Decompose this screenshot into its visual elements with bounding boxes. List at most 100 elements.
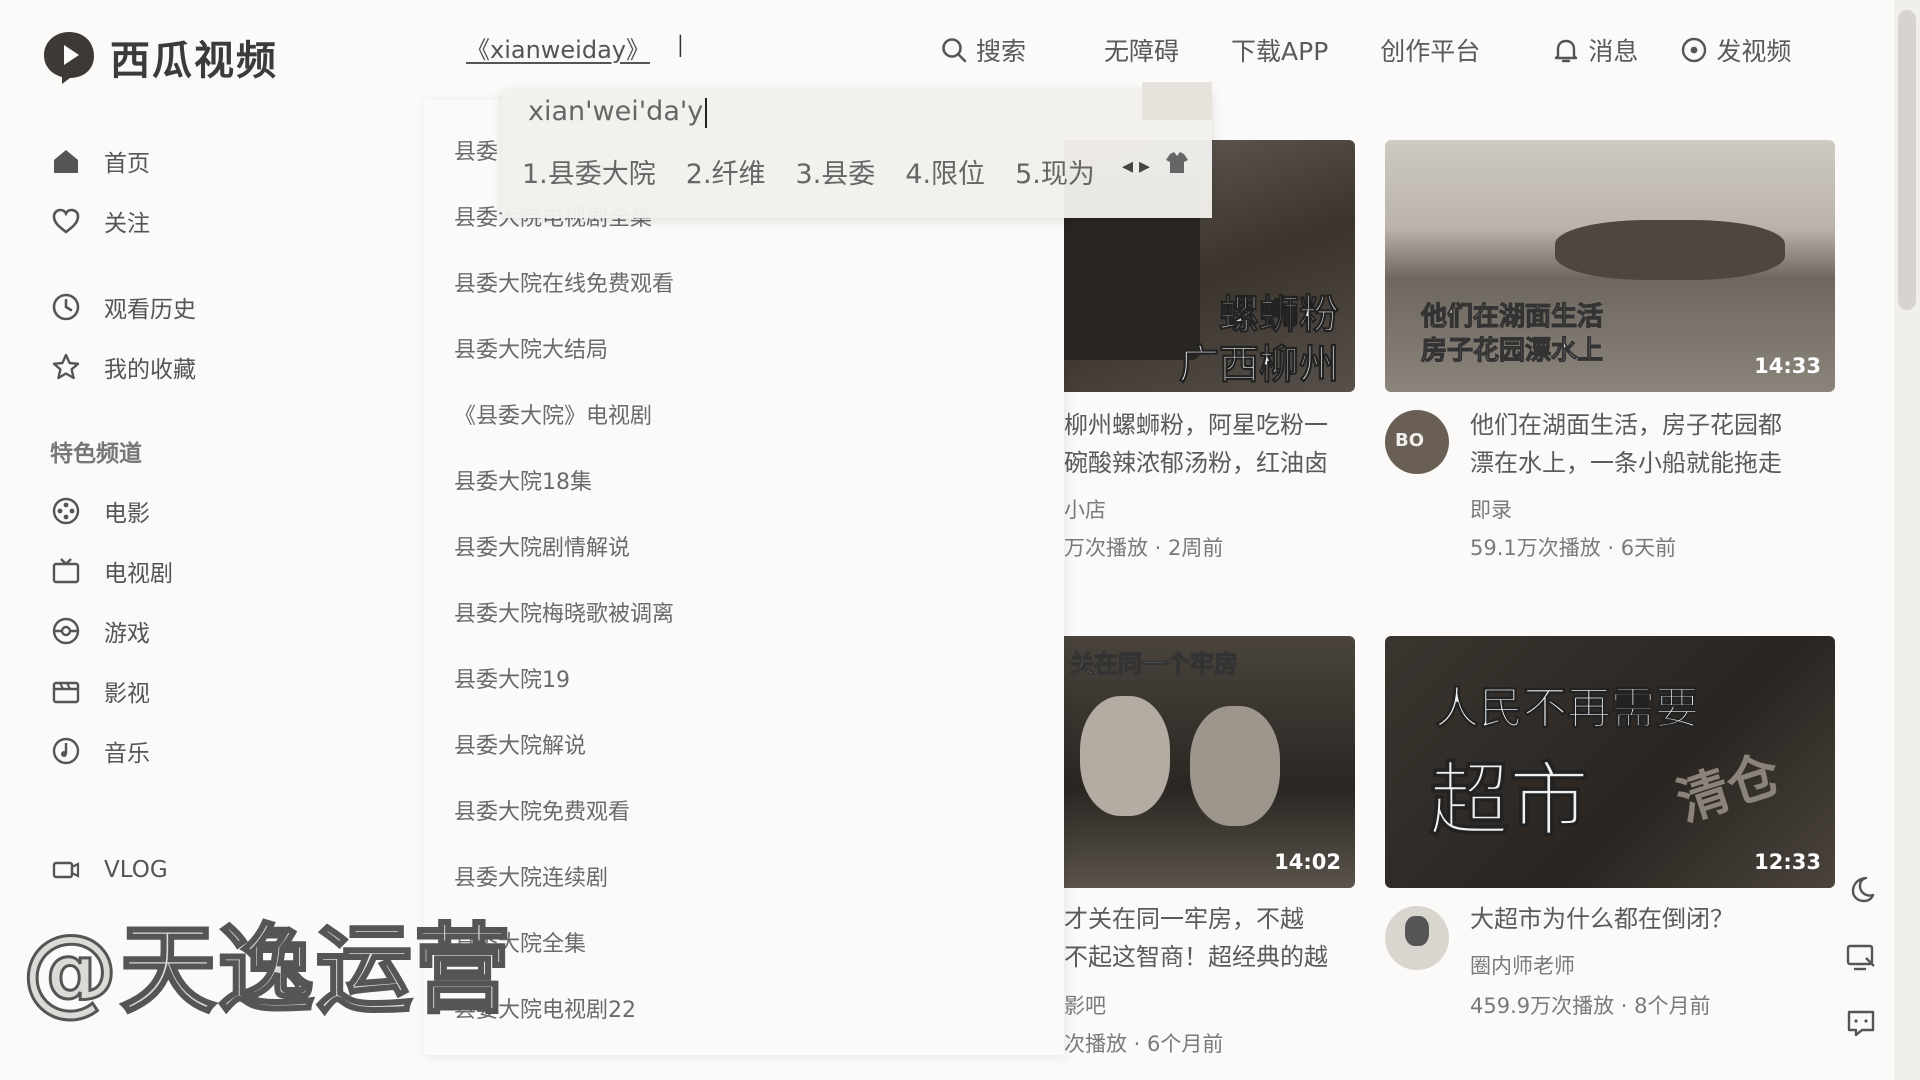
video-title[interactable]: 才关在同一牢房，不越 不起这智商！超经典的越 — [1064, 900, 1364, 976]
header-nav: 搜索 无障碍 下载APP 创作平台 消息 发视频 — [940, 32, 1791, 68]
video-duration: 12:33 — [1754, 850, 1821, 874]
avatar[interactable] — [1385, 906, 1449, 970]
sidebar-item-vlog[interactable]: VLOG — [50, 854, 168, 886]
moon-icon[interactable] — [1844, 872, 1878, 906]
creator-platform-label: 创作平台 — [1380, 37, 1481, 66]
thumbnail-caption: 人民不再需要 — [1435, 683, 1700, 735]
download-app-link[interactable]: 下载APP — [1231, 32, 1328, 68]
suggestion-item[interactable]: 《县委大院》电视剧 — [454, 398, 652, 430]
thumbnail-caption: 关在同一个牢房 — [1070, 650, 1239, 679]
video-title[interactable]: 他们在湖面生活，房子花园都 漂在水上，一条小船就能拖走 — [1470, 406, 1850, 482]
ime-page-arrows-icon[interactable]: ◂▸ — [1122, 154, 1156, 179]
suggestion-item[interactable]: 县委大院在线免费观看 — [454, 266, 674, 298]
sidebar-item-follow[interactable]: 关注 — [50, 204, 150, 238]
sidebar-item-favorites[interactable]: 我的收藏 — [50, 350, 196, 384]
thumbnail-caption-line: 他们在湖面生活 — [1420, 302, 1604, 333]
sidebar-item-label: 影视 — [104, 681, 150, 707]
avatar-initials: BO — [1395, 430, 1425, 451]
search-icon — [942, 38, 967, 63]
sidebar-item-music[interactable]: 音乐 — [50, 734, 150, 768]
suggestion-item[interactable]: 县委大院19 — [454, 662, 570, 694]
upload-video-button[interactable]: 发视频 — [1680, 32, 1791, 68]
suggestion-item[interactable]: 县委大院大结局 — [454, 332, 608, 364]
sidebar-item-film-tv[interactable]: 影视 — [50, 674, 150, 708]
ime-skin-icon[interactable] — [1162, 148, 1192, 178]
sidebar-section-title: 特色频道 — [50, 441, 142, 467]
ime-caret — [705, 97, 708, 128]
sidebar-item-tv[interactable]: 电视剧 — [50, 554, 173, 588]
scrollbar-thumb[interactable] — [1898, 10, 1916, 310]
avatar-figure — [1405, 916, 1429, 946]
video-title[interactable]: 柳州螺蛳粉，阿星吃粉一 碗酸辣浓郁汤粉，红油卤 — [1064, 406, 1364, 482]
video-author[interactable]: 即录 — [1470, 494, 1512, 524]
ime-candidate[interactable]: 2.纤维 — [686, 152, 766, 191]
thumbnail-caption-line: 房子花园漂水上 — [1420, 336, 1604, 367]
video-thumbnail[interactable]: 他们在湖面生活 房子花园漂水上 14:33 — [1385, 140, 1835, 392]
ime-toolbar — [1142, 82, 1212, 120]
ime-candidates: 1.县委大院 2.纤维 3.县委 4.限位 5.现为 — [522, 152, 1095, 191]
video-author[interactable]: 影吧 — [1064, 990, 1106, 1020]
search-input[interactable]: 《xianweiday》 I — [466, 30, 685, 65]
search-input-value: 《xianweiday》 — [466, 36, 650, 64]
thumbnail-caption: 螺蛳粉 广西柳州 — [1179, 290, 1340, 390]
upload-video-label: 发视频 — [1716, 37, 1792, 66]
scrollbar[interactable] — [1894, 0, 1920, 1080]
ime-candidate[interactable]: 5.现为 — [1015, 152, 1095, 191]
xigua-logo-icon — [44, 32, 94, 84]
home-icon — [54, 150, 78, 173]
suggestion-item[interactable]: 县委大院18集 — [454, 464, 592, 496]
thumbnail-caption: 超市 — [1429, 754, 1590, 848]
video-thumbnail[interactable]: 人民不再需要 超市 清仓 12:33 — [1385, 636, 1835, 888]
video-duration: 14:02 — [1274, 850, 1341, 874]
suggestion-item[interactable]: 县委大院剧情解说 — [454, 530, 630, 562]
video-title[interactable]: 大超市为什么都在倒闭？ — [1470, 900, 1850, 938]
ime-candidate[interactable]: 4.限位 — [905, 152, 985, 191]
video-meta: 万次播放 · 2周前 — [1064, 536, 1224, 560]
brand-name: 西瓜视频 — [110, 38, 278, 84]
suggestion-item[interactable]: 县委大院梅晓歌被调离 — [454, 596, 674, 628]
sidebar-item-movie[interactable]: 电影 — [50, 494, 150, 528]
search-suggestions: 县委 县委大院电视剧全集 县委大院在线免费观看 县委大院大结局 《县委大院》电视… — [424, 100, 1064, 1055]
thumbnail-caption-line: 螺蛳粉 — [1219, 292, 1340, 339]
sidebar-item-label: 音乐 — [104, 741, 150, 767]
sidebar-item-history[interactable]: 观看历史 — [50, 290, 196, 324]
suggestion-item[interactable]: 县委大院解说 — [454, 728, 586, 760]
messages-label: 消息 — [1588, 37, 1639, 66]
ime-candidate[interactable]: 3.县委 — [796, 152, 876, 191]
game-icon — [52, 617, 80, 645]
video-author[interactable]: 圈内师老师 — [1470, 950, 1575, 980]
video-meta: 次播放 · 6个月前 — [1064, 1032, 1224, 1056]
screen-icon[interactable] — [1844, 940, 1878, 974]
sidebar-item-home[interactable]: 首页 — [50, 144, 150, 178]
ime-pinyin: xian'wei'da'y — [528, 96, 704, 127]
thumbnail-face — [1080, 696, 1170, 816]
clapperboard-icon — [52, 681, 80, 704]
sidebar-item-games[interactable]: 游戏 — [50, 614, 150, 648]
video-author[interactable]: 小店 — [1064, 494, 1106, 524]
sidebar-item-label: 关注 — [104, 211, 150, 237]
tv-icon — [52, 558, 80, 584]
sidebar-item-label: 电影 — [104, 501, 150, 527]
ime-candidate[interactable]: 1.县委大院 — [522, 152, 656, 191]
search-button[interactable]: 搜索 — [940, 32, 1026, 68]
accessibility-link[interactable]: 无障碍 — [1104, 32, 1179, 68]
ime-candidate-bar: xian'wei'da'y 1.县委大院 2.纤维 3.县委 4.限位 5.现为… — [502, 82, 1212, 218]
thumbnail-caption-line: 广西柳州 — [1179, 342, 1340, 389]
suggestion-item[interactable]: 县委 — [454, 134, 498, 166]
avatar[interactable]: BO — [1385, 410, 1449, 474]
star-icon — [52, 353, 80, 380]
creator-platform-link[interactable]: 创作平台 — [1380, 32, 1480, 68]
brand-logo[interactable]: 西瓜视频 — [40, 28, 278, 86]
clock-icon — [52, 293, 80, 321]
sidebar-item-label: 电视剧 — [104, 561, 173, 587]
feedback-icon[interactable] — [1844, 1006, 1878, 1040]
thumbnail-boat — [1555, 220, 1785, 280]
suggestion-item[interactable]: 县委大院免费观看 — [454, 794, 630, 826]
search-button-label: 搜索 — [976, 37, 1027, 66]
bell-icon — [1555, 39, 1578, 63]
heart-icon — [52, 208, 80, 234]
suggestion-item[interactable]: 县委大院连续剧 — [454, 860, 608, 892]
film-reel-icon — [52, 497, 80, 525]
sidebar-item-label: 我的收藏 — [104, 357, 196, 383]
messages-button[interactable]: 消息 — [1552, 32, 1638, 68]
